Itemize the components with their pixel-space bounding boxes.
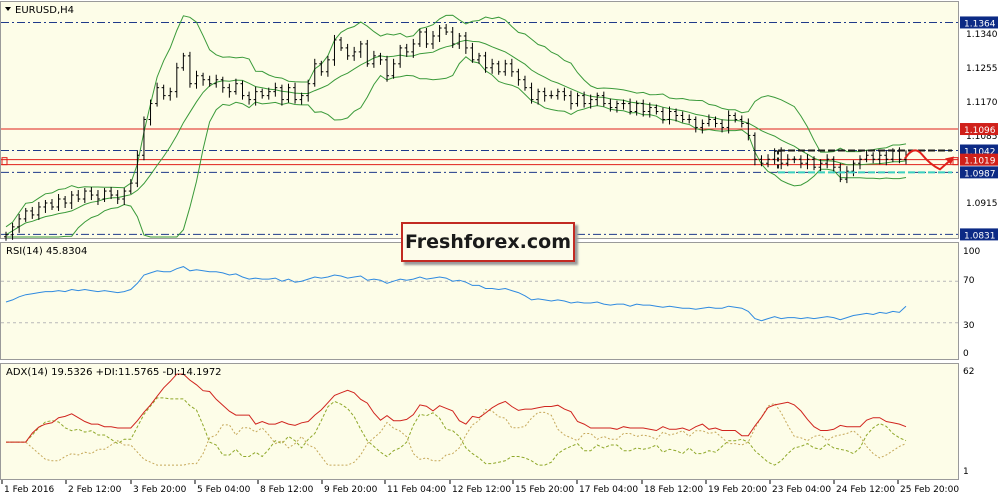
- rsi-panel-title: RSI(14) 45.8304: [6, 246, 87, 257]
- time-label: 2 Feb 12:00: [68, 485, 122, 495]
- price-axis-label: 1.1340: [966, 30, 998, 40]
- adx-panel[interactable]: [0, 363, 959, 480]
- price-tag-label: 1.1096: [964, 126, 996, 136]
- adx-axis-label: 62: [963, 367, 974, 377]
- rsi-axis: 100 70 30 0: [963, 247, 980, 359]
- main-panel-title: EURUSD,H4: [15, 5, 74, 16]
- time-axis: 1 Feb 2016 2 Feb 12:00 3 Feb 20:00 5 Feb 04…: [1, 480, 959, 495]
- price-tag-label: 1.0987: [964, 169, 996, 179]
- rsi-axis-label: 70: [963, 276, 975, 286]
- time-label: 9 Feb 20:00: [324, 485, 378, 495]
- rsi-axis-label: 100: [963, 247, 980, 257]
- time-label: 18 Feb 12:00: [644, 485, 703, 495]
- time-label: 11 Feb 04:00: [387, 485, 446, 495]
- price-axis-label: 1.1170: [966, 98, 998, 108]
- adx-axis: 62 1: [963, 367, 974, 477]
- rsi-axis-label: 30: [963, 321, 975, 331]
- time-label: 19 Feb 20:00: [708, 485, 767, 495]
- brand-watermark: Freshforex.com: [401, 222, 575, 262]
- rsi-axis-label: 0: [963, 349, 969, 359]
- price-axis-label: 1.1255: [966, 64, 998, 74]
- time-label: 3 Feb 20:00: [133, 485, 187, 495]
- price-axis-label: 1.0915: [966, 199, 998, 209]
- price-tag-label: 1.1364: [964, 19, 996, 29]
- price-tag-label: 1.1019: [964, 157, 996, 167]
- adx-panel-title: ADX(14) 19.5326 +DI:11.5765 -DI:14.1972: [6, 367, 222, 378]
- time-label: 1 Feb 2016: [4, 485, 55, 495]
- price-tag-label: 1.0831: [964, 231, 996, 241]
- time-label: 8 Feb 12:00: [260, 485, 314, 495]
- adx-axis-label: 1: [963, 467, 969, 477]
- price-axis: 1.1340 1.1255 1.1170 1.1085 1.0915: [966, 30, 998, 209]
- brand-text: Freshforex.com: [404, 231, 572, 253]
- time-label: 12 Feb 12:00: [452, 485, 511, 495]
- time-label: 17 Feb 04:00: [579, 485, 638, 495]
- time-label: 25 Feb 20:00: [900, 485, 959, 495]
- time-label: 23 Feb 04:00: [772, 485, 831, 495]
- time-label: 24 Feb 12:00: [836, 485, 895, 495]
- time-label: 5 Feb 04:00: [197, 485, 251, 495]
- time-label: 15 Feb 20:00: [515, 485, 574, 495]
